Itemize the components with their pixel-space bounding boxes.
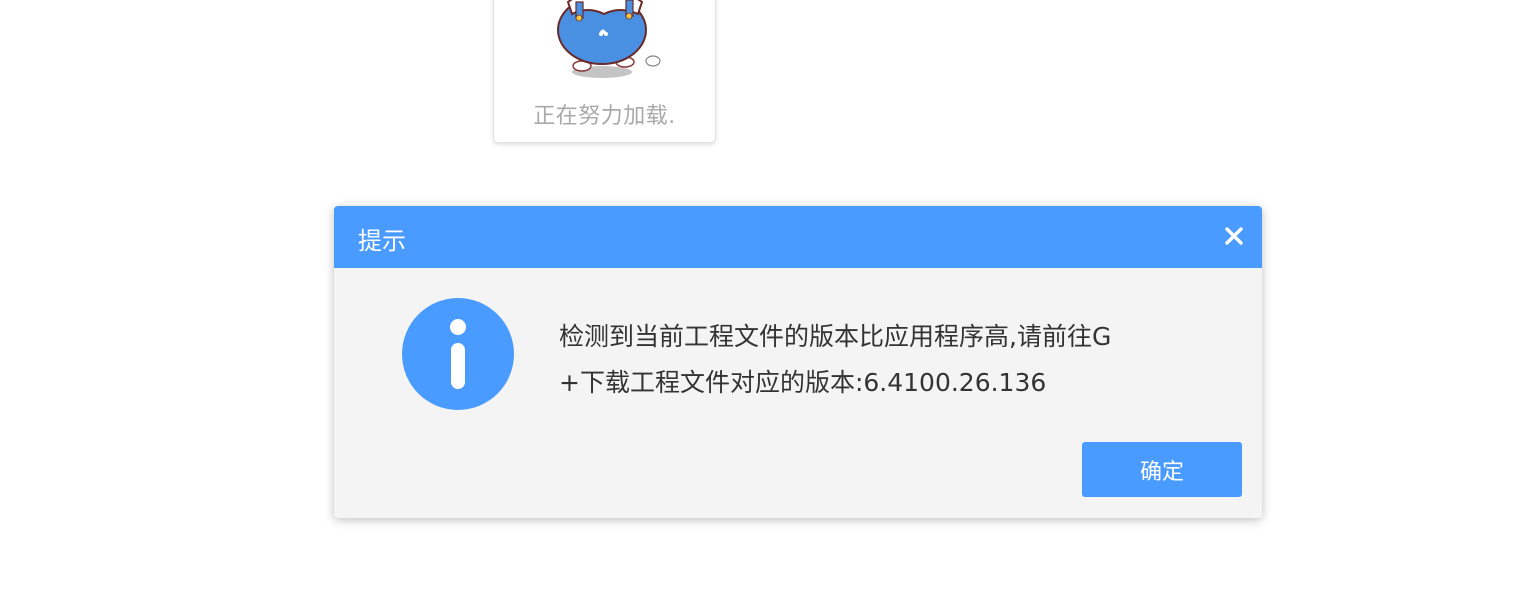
loading-text: 正在努力加载. — [533, 104, 676, 129]
info-icon — [402, 298, 514, 410]
page: 正在努力加载. 提示 检测到当前工程文件的版本比应用程序高,请前往G +下载工程… — [0, 0, 1531, 593]
dialog-message: 检测到当前工程文件的版本比应用程序高,请前往G +下载工程文件对应的版本:6.4… — [559, 314, 1219, 406]
dialog-title: 提示 — [358, 227, 406, 255]
message-line-1: 检测到当前工程文件的版本比应用程序高,请前往G — [559, 322, 1112, 351]
mascot-image — [557, 0, 661, 78]
close-icon[interactable] — [1220, 222, 1248, 250]
loading-card: 正在努力加载. — [493, 0, 716, 143]
prompt-dialog: 提示 检测到当前工程文件的版本比应用程序高,请前往G +下载工程文件对应的版本:… — [334, 206, 1262, 518]
message-line-2: +下载工程文件对应的版本:6.4100.26.136 — [559, 368, 1047, 397]
ok-button[interactable]: 确定 — [1082, 442, 1242, 497]
dialog-header: 提示 — [334, 206, 1262, 268]
